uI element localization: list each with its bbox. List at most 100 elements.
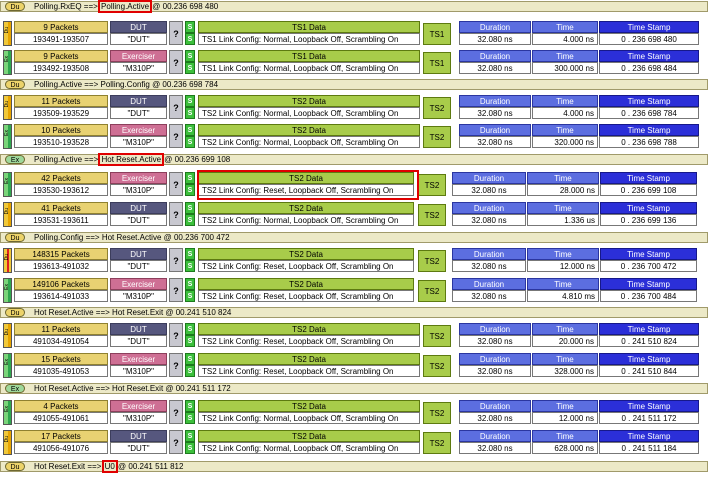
timestamp-value: 0 . 236 699 108 [600,184,697,196]
exerciser-header: Exerciser [110,353,167,365]
status-s-top: S [185,400,195,412]
trace-view: Du Polling.RxEQ ==> Polling.Active @ 00.2… [0,0,711,477]
packet-group-row[interactable]: Du 11 Packets 491034-491054 DUT "DUT"? S S TS2 … [0,323,711,348]
link-direction-label: Ex [4,56,10,62]
packet-group-row[interactable]: Ex 15 Packets 491035-491053 Exerciser "M310P… [0,353,711,378]
source-value: "M310P" [110,184,167,196]
state-transition-row[interactable]: Ex Hot Reset.Active ==> Hot Reset.Exit @ … [0,383,708,394]
question-icon: ? [169,124,183,148]
exerciser-header: Exerciser [110,50,167,62]
duration-header: Duration [459,50,531,62]
ts-data-value: TS2 Link Config: Normal, Loopback Off, S… [198,214,414,226]
transition-timestamp: @ 00.236 698 480 [150,2,219,11]
status-s-top: S [185,278,195,290]
duration-header: Duration [459,323,531,335]
status-s-bottom: S [185,136,195,148]
duration-value: 32.080 ns [459,335,531,347]
state-transition-row[interactable]: Ex Polling.Active ==> Hot Reset.Active @ … [0,153,708,166]
status-s-bottom: S [185,365,195,377]
link-direction-label: Ex [4,178,10,184]
state-transition-row[interactable]: Du Polling.Config ==> Hot Reset.Active @ … [0,232,708,243]
link-direction-strip: Ex [3,353,12,378]
time-value: 1.336 us [527,214,599,226]
ts-data-header: TS2 Data [198,430,420,442]
state-transition-row[interactable]: Du Hot Reset.Active ==> Hot Reset.Exit @ … [0,307,708,318]
question-icon: ? [169,430,183,454]
status-s-bottom: S [185,335,195,347]
packet-range: 491055-491061 [14,412,108,424]
state-transition-row[interactable]: Du Hot Reset.Exit ==> U0 @ 00.241 511 812 [0,460,708,473]
status-s-bottom: S [185,290,195,302]
transition-prefix: Polling.Active ==> Polling.Config @ 00.2… [34,80,219,89]
timestamp-value: 0 . 236 700 484 [600,290,697,302]
timestamp-header: Time Stamp [599,353,699,365]
packet-group-row[interactable]: Ex 149106 Packets 193614-491033 Exerciser "M… [0,278,711,303]
time-value: 320.000 ns [532,136,598,148]
link-direction-strip: Du [3,202,12,227]
link-direction-strip: Du [3,248,12,273]
dut-header: DUT [110,430,167,442]
timestamp-header: Time Stamp [599,21,699,33]
packet-count: 11 Packets [14,95,108,107]
ts-type-badge: TS2 [423,432,451,454]
state-transition-row[interactable]: Du Polling.Active ==> Polling.Config @ 00… [0,79,708,90]
time-header: Time [532,21,598,33]
time-header: Time [532,124,598,136]
time-value: 12.000 ns [527,260,599,272]
link-direction-strip: Du [3,323,12,348]
status-s-top: S [185,50,195,62]
ts-data-value: TS2 Link Config: Normal, Loopback Off, S… [198,107,420,119]
packet-group-row[interactable]: Ex 10 Packets 193510-193528 Exerciser "M310P… [0,124,711,149]
packet-range: 193491-193507 [14,33,108,45]
packet-count: 148315 Packets [14,248,108,260]
question-icon: ? [169,95,183,119]
packet-count: 17 Packets [14,430,108,442]
timestamp-value: 0 . 236 698 788 [599,136,699,148]
source-value: "M310P" [110,136,167,148]
ts-type-badge: TS1 [423,23,451,45]
status-s-top: S [185,202,195,214]
question-icon: ? [169,400,183,424]
link-direction-strip: Ex [3,400,12,425]
state-transition-row[interactable]: Du Polling.RxEQ ==> Polling.Active @ 00.2… [0,0,708,13]
ts-data-value: TS1 Link Config: Normal, Loopback Off, S… [198,33,420,45]
source-value: "M310P" [110,290,167,302]
status-s-bottom: S [185,412,195,424]
duration-value: 32.080 ns [452,214,526,226]
time-value: 20.000 ns [532,335,598,347]
link-direction-label: Du [4,101,10,108]
packet-group-row[interactable]: Du 148315 Packets 193613-491032 DUT "DUT"? S S… [0,248,711,273]
packet-group-row[interactable]: Ex 9 Packets 193492-193508 Exerciser "M310P"… [0,50,711,75]
time-header: Time [532,50,598,62]
time-value: 628.000 ns [532,442,598,454]
packet-group-row[interactable]: Du 11 Packets 193509-193529 DUT "DUT"? S S TS2 … [0,95,711,120]
status-s-top: S [185,124,195,136]
packet-count: 9 Packets [14,50,108,62]
packet-group-row[interactable]: Du 17 Packets 491056-491076 DUT "DUT"? S S TS2 … [0,430,711,455]
ts-data-header: TS2 Data [198,95,420,107]
packet-group-row[interactable]: Du 41 Packets 193531-193611 DUT "DUT"? S S TS2 … [0,202,711,227]
ts-data-value: TS2 Link Config: Reset, Loopback Off, Sc… [198,335,420,347]
time-value: 28.000 ns [527,184,599,196]
question-icon: ? [169,172,183,196]
link-direction-label: Du [4,27,10,34]
ts-type-badge: TS2 [418,174,446,196]
question-icon: ? [169,50,183,74]
transition-timestamp: @ 00.236 699 108 [162,155,231,164]
time-header: Time [527,202,599,214]
timestamp-value: 0 . 236 699 136 [600,214,697,226]
transition-prefix: Polling.Active ==> [34,155,101,164]
link-direction-label: Ex [4,406,10,412]
ts-data-header: TS1 Data [198,21,420,33]
duration-value: 32.080 ns [459,107,531,119]
time-header: Time [527,248,599,260]
time-header: Time [532,400,598,412]
ts-data-header: TS2 Data [198,323,420,335]
status-s-top: S [185,323,195,335]
packet-count: 11 Packets [14,323,108,335]
state-transition-text: Hot Reset.Active ==> Hot Reset.Exit @ 00… [34,308,231,317]
packet-group-row[interactable]: Ex 4 Packets 491055-491061 Exerciser "M310P"… [0,400,711,425]
transition-target-state: Polling.Active [98,0,153,13]
packet-group-row[interactable]: Du 9 Packets 193491-193507 DUT "DUT"? S S TS1 D… [0,21,711,46]
source-value: "DUT" [110,107,167,119]
